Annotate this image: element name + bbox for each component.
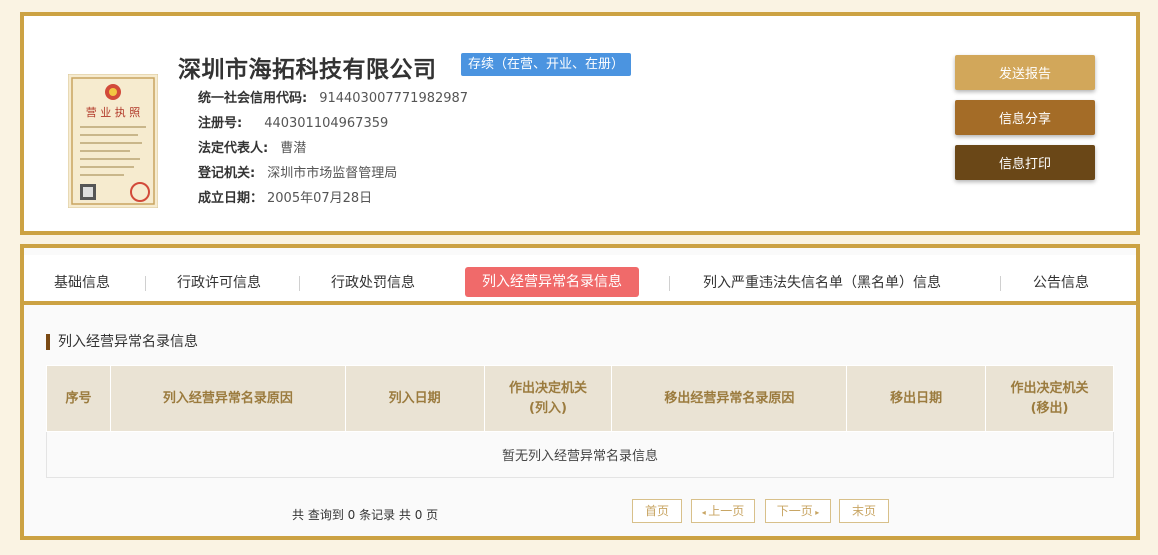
tab-divider bbox=[299, 276, 300, 291]
tab-blacklist[interactable]: 列入严重违法失信名单（黑名单）信息 bbox=[703, 268, 941, 298]
info-row-founded: 成立日期： 2005年07月28日 bbox=[198, 187, 372, 206]
empty-message: 暂无列入经营异常名录信息 bbox=[46, 431, 1114, 478]
chevron-right-icon: ▸ bbox=[812, 508, 820, 517]
column-header: 作出决定机关 (列入) bbox=[483, 365, 613, 432]
tab-divider bbox=[145, 276, 146, 291]
info-value: 440301104967359 bbox=[264, 116, 389, 131]
send-report-button[interactable]: 发送报告 bbox=[955, 55, 1095, 90]
column-header: 列入经营异常名录原因 bbox=[109, 365, 346, 432]
info-row-legal-rep: 法定代表人: 曹潜 bbox=[198, 137, 306, 156]
tab-basic-info[interactable]: 基础信息 bbox=[54, 268, 110, 298]
info-value: 曹潜 bbox=[280, 141, 307, 156]
prev-page-button[interactable]: ◂ 上一页 bbox=[691, 499, 755, 523]
print-info-button[interactable]: 信息打印 bbox=[955, 145, 1095, 180]
info-label: 登记机关: bbox=[198, 166, 256, 181]
tab-abnormal-operation[interactable]: 列入经营异常名录信息 bbox=[465, 266, 639, 298]
tab-admin-penalty[interactable]: 行政处罚信息 bbox=[331, 268, 415, 298]
info-label: 注册号: bbox=[198, 116, 243, 131]
company-name: 深圳市海拓科技有限公司 bbox=[178, 57, 437, 83]
tab-bar: 基础信息 行政许可信息 行政处罚信息 列入经营异常名录信息 列入严重违法失信名单… bbox=[24, 255, 1136, 305]
info-value: 深圳市市场监督管理局 bbox=[267, 166, 398, 181]
prev-page-label: 上一页 bbox=[708, 504, 745, 518]
tab-divider bbox=[669, 276, 670, 291]
detail-card: 基础信息 行政许可信息 行政处罚信息 列入经营异常名录信息 列入严重违法失信名单… bbox=[20, 244, 1140, 540]
column-header: 序号 bbox=[46, 365, 111, 432]
next-page-button[interactable]: 下一页 ▸ bbox=[765, 499, 831, 523]
info-value: 914403007771982987 bbox=[319, 91, 469, 106]
section-title: 列入经营异常名录信息 bbox=[46, 334, 198, 350]
column-header: 作出决定机关 (移出) bbox=[985, 365, 1114, 432]
column-header: 移出日期 bbox=[846, 365, 987, 432]
pagination-summary: 共 查询到 0 条记录 共 0 页 bbox=[292, 508, 439, 522]
info-value: 2005年07月28日 bbox=[267, 191, 373, 206]
info-label: 法定代表人: bbox=[198, 141, 269, 156]
last-page-button[interactable]: 末页 bbox=[839, 499, 889, 523]
column-header: 移出经营异常名录原因 bbox=[611, 365, 848, 432]
company-info-card: 营 业 执 照 深圳市海拓科技有限公司 存续（在营、开业、在册） 统一社会信用代… bbox=[20, 12, 1140, 235]
svg-text:营 业 执 照: 营 业 执 照 bbox=[86, 105, 141, 119]
info-row-credit-code: 统一社会信用代码: 914403007771982987 bbox=[198, 87, 468, 106]
tab-announcements[interactable]: 公告信息 bbox=[1033, 268, 1089, 298]
table-row: 暂无列入经营异常名录信息 bbox=[46, 431, 1114, 478]
share-info-button[interactable]: 信息分享 bbox=[955, 100, 1095, 135]
tab-divider bbox=[1000, 276, 1001, 291]
tab-admin-license[interactable]: 行政许可信息 bbox=[177, 268, 261, 298]
business-license-image: 营 业 执 照 bbox=[68, 74, 158, 208]
info-row-reg-number: 注册号: 440301104967359 bbox=[198, 112, 388, 131]
info-label: 成立日期： bbox=[198, 191, 264, 206]
column-header: 列入日期 bbox=[344, 365, 485, 432]
first-page-button[interactable]: 首页 bbox=[632, 499, 682, 523]
status-badge: 存续（在营、开业、在册） bbox=[461, 53, 632, 76]
next-page-label: 下一页 bbox=[776, 504, 813, 518]
info-label: 统一社会信用代码: bbox=[198, 91, 308, 106]
tab-abnormal-operation-label: 列入经营异常名录信息 bbox=[465, 267, 639, 297]
abnormal-list-table: 序号 列入经营异常名录原因 列入日期 作出决定机关 (列入) 移出经营异常名录原… bbox=[46, 365, 1114, 478]
info-row-authority: 登记机关: 深圳市市场监督管理局 bbox=[198, 162, 397, 181]
